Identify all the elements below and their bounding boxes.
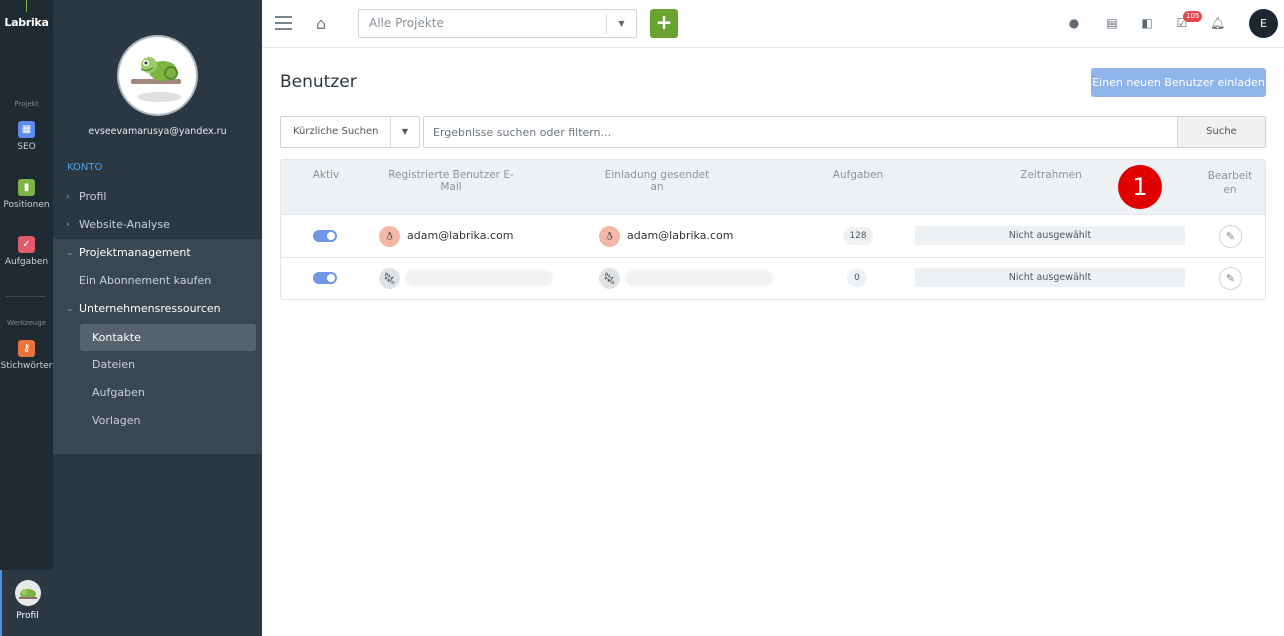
rail-item-seo[interactable]: ▦ SEO [0, 121, 53, 152]
column-header-invited[interactable]: Einladung gesendet an [601, 169, 713, 193]
logo-accent [26, 0, 27, 12]
active-toggle[interactable] [313, 272, 337, 284]
penguin-avatar-icon: 🐧︎ [599, 226, 620, 247]
menu-item-website-analyse[interactable]: › Website-Analyse [53, 211, 262, 239]
column-header-zeitrahmen[interactable]: Zeitrahmen [1016, 169, 1086, 181]
rail-item-aufgaben[interactable]: ✓ Aufgaben [0, 236, 53, 267]
active-toggle[interactable] [313, 230, 337, 242]
menu-item-abonnement[interactable]: Ein Abonnement kaufen [53, 267, 262, 295]
calendar-icon[interactable]: ▤ [1105, 16, 1119, 30]
invite-user-button[interactable]: Einen neuen Benutzer einladen [1091, 68, 1266, 97]
column-header-bearbeiten: Bearbeiten [1207, 170, 1253, 196]
chevron-down-icon: ⌄ [66, 304, 74, 314]
invited-email: adam@labrika.com [627, 229, 734, 242]
chart-icon: ▮ [18, 179, 35, 196]
chevron-right-icon: › [66, 192, 70, 202]
rail-item-stichwoerter[interactable]: ⚷ Stichwörter [0, 340, 53, 371]
menu-item-label: Projektmanagement [79, 246, 191, 259]
chevron-right-icon: › [66, 220, 70, 230]
rail-profile[interactable]: Profil [0, 570, 53, 636]
rail-item-label: Positionen [3, 200, 50, 210]
project-select[interactable]: Alle Projekte ▼ [358, 9, 637, 38]
rail-item-positionen[interactable]: ▮ Positionen [0, 179, 53, 210]
tasks-badge: 105 [1183, 11, 1203, 22]
column-header-aktiv[interactable]: Aktiv [311, 169, 341, 181]
chevron-down-icon: ⌄ [66, 248, 74, 258]
tasks-count: 128 [843, 227, 873, 245]
registered-email-redacted [405, 270, 553, 286]
menu-item-label: Ein Abonnement kaufen [79, 274, 212, 287]
menu-item-label: Profil [79, 190, 107, 203]
caret-down-icon[interactable]: ▼ [390, 117, 419, 147]
profile-avatar[interactable] [117, 35, 198, 116]
bell-icon[interactable]: 🔔︎ [1210, 16, 1225, 30]
column-header-registered-email[interactable]: Registrierte Benutzer E-Mail [381, 169, 521, 193]
edit-pencil-icon[interactable]: ✎ [1219, 225, 1242, 248]
tasks-count: 0 [847, 269, 867, 287]
chameleon-avatar-icon: 🦎︎ [379, 268, 400, 289]
rail-section-projekt: Projekt [14, 100, 39, 108]
profile-email: evseevamarusya@yandex.ru [88, 126, 227, 137]
rail-item-label: Stichwörter [0, 361, 53, 371]
invited-email-redacted [625, 270, 773, 286]
annotation-marker: 1 [1118, 165, 1162, 209]
table-row: 🦎︎ 🦎︎ 0 Nicht ausgewählt ✎ [281, 258, 1265, 300]
add-project-button[interactable]: + [650, 9, 678, 38]
rail-item-label: SEO [17, 142, 36, 152]
registered-email: adam@labrika.com [407, 229, 514, 242]
page-title: Benutzer [280, 72, 357, 92]
rail-divider [6, 296, 46, 297]
menu-item-unternehmensressourcen[interactable]: ⌄ Unternehmensressourcen [53, 295, 262, 323]
column-header-aufgaben[interactable]: Aufgaben [831, 169, 885, 181]
menu-item-projektmanagement[interactable]: ⌄ Projektmanagement [53, 239, 262, 267]
left-rail: Labrika Projekt ▦ SEO ▮ Positionen ✓ Auf… [0, 0, 53, 636]
key-icon: ⚷ [18, 340, 35, 357]
recent-searches-select[interactable]: Kürzliche Suchen ▼ [280, 116, 420, 148]
briefcase-icon[interactable]: ● [1067, 16, 1081, 30]
app-logo[interactable]: Labrika [0, 16, 53, 29]
submenu-item-kontakte[interactable]: Kontakte [80, 324, 256, 351]
search-placeholder: Ergebnisse suchen oder filtern... [433, 126, 612, 139]
recent-searches-label: Kürzliche Suchen [293, 126, 379, 137]
timeframe[interactable]: Nicht ausgewählt [915, 268, 1185, 287]
rail-item-label: Aufgaben [4, 257, 49, 267]
konto-heading: KONTO [67, 162, 103, 173]
submenu-item-dateien[interactable]: Dateien [80, 351, 256, 378]
project-select-value: Alle Projekte [369, 16, 444, 30]
checkbox-icon: ✓ [18, 236, 35, 253]
menu-item-label: Unternehmensressourcen [79, 302, 221, 315]
submenu-item-vorlagen[interactable]: Vorlagen [80, 407, 256, 434]
table-row: 🐧︎ adam@labrika.com 🐧︎ adam@labrika.com … [281, 216, 1265, 258]
caret-down-icon[interactable]: ▼ [606, 14, 636, 34]
chat-icon[interactable]: ◧ [1140, 16, 1154, 30]
avatar [14, 580, 41, 606]
user-avatar[interactable]: E [1249, 9, 1278, 38]
penguin-avatar-icon: 🐧︎ [379, 226, 400, 247]
menu-item-profil[interactable]: › Profil [53, 183, 262, 211]
seo-icon: ▦ [18, 121, 35, 138]
sidebar: evseevamarusya@yandex.ru KONTO › Profil … [53, 0, 262, 636]
rail-section-werkzeuge: Werkzeuge [7, 319, 46, 327]
rail-profile-label: Profil [16, 611, 39, 621]
timeframe[interactable]: Nicht ausgewählt [915, 226, 1185, 245]
edit-pencil-icon[interactable]: ✎ [1219, 267, 1242, 290]
menu-item-label: Website-Analyse [79, 218, 170, 231]
search-input[interactable]: Ergebnisse suchen oder filtern... [423, 116, 1178, 148]
submenu-item-aufgaben[interactable]: Aufgaben [80, 379, 256, 406]
chameleon-avatar-icon: 🦎︎ [599, 268, 620, 289]
hamburger-icon[interactable] [275, 16, 292, 30]
home-icon[interactable]: ⌂ [316, 14, 326, 33]
search-button[interactable]: Suche [1178, 116, 1266, 148]
topbar: ⌂ Alle Projekte ▼ + ● ▤ ◧ ☑ 105 🔔︎ E [262, 0, 1284, 48]
